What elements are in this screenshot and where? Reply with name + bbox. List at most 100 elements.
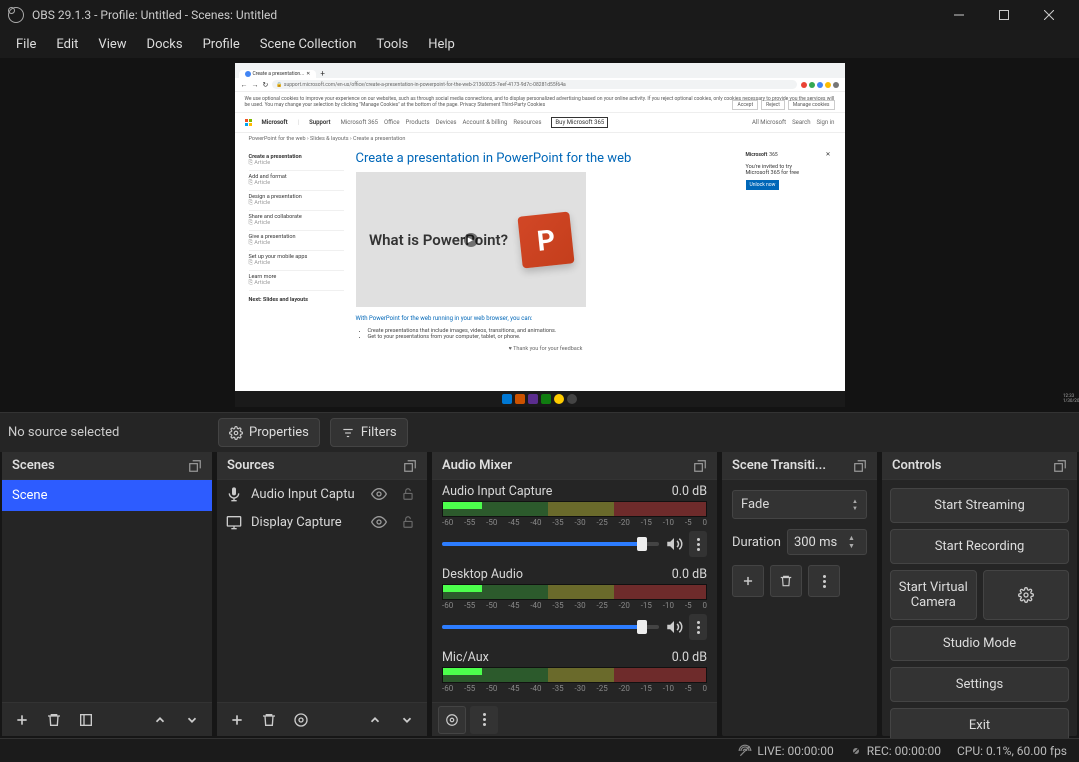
obs-logo-icon xyxy=(8,7,24,23)
popout-icon[interactable] xyxy=(853,459,867,473)
mixer-track: Desktop Audio0.0 dB-60-55-50-45-40-35-30… xyxy=(432,563,717,646)
menu-edit[interactable]: Edit xyxy=(46,33,88,56)
scenes-title: Scenes xyxy=(12,458,55,473)
remove-scene-button[interactable] xyxy=(40,706,68,734)
no-source-status: No source selected xyxy=(8,425,208,440)
transition-select[interactable]: Fade ▲▼ xyxy=(732,490,867,519)
studio-mode-button[interactable]: Studio Mode xyxy=(890,626,1069,661)
transitions-title: Scene Transiti... xyxy=(732,458,826,473)
maximize-button[interactable] xyxy=(981,0,1026,30)
audio-mixer-panel: Audio Mixer Audio Input Capture0.0 dB-60… xyxy=(432,452,717,736)
speaker-icon[interactable] xyxy=(665,535,683,553)
close-button[interactable] xyxy=(1026,0,1071,30)
source-item[interactable]: Audio Input Captu xyxy=(217,480,427,508)
popout-icon[interactable] xyxy=(403,459,417,473)
scene-down-button[interactable] xyxy=(178,706,206,734)
start-virtual-camera-button[interactable]: Start Virtual Camera xyxy=(890,570,977,620)
volume-slider[interactable] xyxy=(442,625,659,629)
menu-scene-collection[interactable]: Scene Collection xyxy=(250,33,367,56)
duration-input[interactable]: ▲▼ xyxy=(787,529,867,555)
menu-tools[interactable]: Tools xyxy=(366,33,418,56)
cookie-banner: We use optional cookies to improve your … xyxy=(235,92,845,113)
mixer-title: Audio Mixer xyxy=(442,458,512,473)
visibility-toggle[interactable] xyxy=(371,486,389,502)
lock-toggle[interactable] xyxy=(401,515,419,529)
live-status: LIVE: 00:00:00 xyxy=(738,744,833,758)
track-db: 0.0 dB xyxy=(672,567,707,582)
cpu-status: CPU: 0.1%, 60.00 fps xyxy=(957,744,1067,758)
track-name: Mic/Aux xyxy=(442,650,489,665)
browser-tab: Create a presentation... xyxy=(253,71,305,77)
source-label: Audio Input Captu xyxy=(251,487,355,502)
scene-item[interactable]: Scene xyxy=(2,480,212,511)
menu-view[interactable]: View xyxy=(88,33,136,56)
display-icon xyxy=(225,514,243,530)
taskbar: 12:331/30/2025 xyxy=(235,391,845,407)
window-title: OBS 29.1.3 - Profile: Untitled - Scenes:… xyxy=(32,8,936,22)
filters-button[interactable]: Filters xyxy=(330,418,408,447)
lock-toggle[interactable] xyxy=(401,487,419,501)
video-thumbnail: What is PowerPoint? P ▶ xyxy=(356,172,586,307)
properties-button[interactable]: Properties xyxy=(218,418,320,447)
source-toolbar: No source selected Properties Filters xyxy=(0,412,1079,452)
start-streaming-button[interactable]: Start Streaming xyxy=(890,488,1069,523)
ms-nav: Microsoft| Support Microsoft 365OfficePr… xyxy=(235,113,845,133)
remove-source-button[interactable] xyxy=(255,706,283,734)
add-source-button[interactable] xyxy=(223,706,251,734)
track-name: Desktop Audio xyxy=(442,567,523,582)
source-up-button[interactable] xyxy=(361,706,389,734)
sources-title: Sources xyxy=(227,458,275,473)
virtual-camera-settings-button[interactable] xyxy=(983,570,1070,620)
scenes-panel: Scenes Scene xyxy=(2,452,212,736)
article-lead: With PowerPoint for the web running in y… xyxy=(356,315,736,322)
track-db: 0.0 dB xyxy=(672,484,707,499)
source-properties-button[interactable] xyxy=(287,706,315,734)
article-bullets: Create presentations that include images… xyxy=(356,328,736,340)
rec-status: REC: 00:00:00 xyxy=(850,744,941,758)
popout-icon[interactable] xyxy=(693,459,707,473)
track-db: 0.0 dB xyxy=(672,650,707,665)
sources-panel: Sources Audio Input Captu Display Capture xyxy=(217,452,427,736)
menu-help[interactable]: Help xyxy=(418,33,465,56)
scene-up-button[interactable] xyxy=(146,706,174,734)
menu-file[interactable]: File xyxy=(6,33,46,56)
menu-docks[interactable]: Docks xyxy=(137,33,193,56)
article-title: Create a presentation in PowerPoint for … xyxy=(356,151,736,166)
popout-icon[interactable] xyxy=(188,459,202,473)
audio-meter xyxy=(442,584,707,600)
breadcrumb: PowerPoint for the web › Slides & layout… xyxy=(235,133,845,145)
add-transition-button[interactable] xyxy=(732,565,764,597)
titlebar: OBS 29.1.3 - Profile: Untitled - Scenes:… xyxy=(0,0,1079,30)
duration-label: Duration xyxy=(732,535,781,550)
popout-icon[interactable] xyxy=(1053,459,1067,473)
remove-transition-button[interactable] xyxy=(770,565,802,597)
mixer-menu-button[interactable] xyxy=(470,706,498,734)
preview-area[interactable]: Create a presentation... ✕ + ←→↻ 🔒 suppo… xyxy=(0,58,1079,412)
menu-profile[interactable]: Profile xyxy=(193,33,250,56)
start-recording-button[interactable]: Start Recording xyxy=(890,529,1069,564)
article-aside: Microsoft365✕ You're invited to try Micr… xyxy=(746,151,831,385)
scene-filters-button[interactable] xyxy=(72,706,100,734)
audio-meter xyxy=(442,501,707,517)
mixer-track: Audio Input Capture0.0 dB-60-55-50-45-40… xyxy=(432,480,717,563)
track-menu-button[interactable] xyxy=(689,531,707,557)
mixer-track: Mic/Aux0.0 dB-60-55-50-45-40-35-30-25-20… xyxy=(432,646,717,693)
audio-meter xyxy=(442,667,707,683)
mixer-settings-button[interactable] xyxy=(438,706,466,734)
settings-button[interactable]: Settings xyxy=(890,667,1069,702)
add-scene-button[interactable] xyxy=(8,706,36,734)
track-name: Audio Input Capture xyxy=(442,484,552,499)
speaker-icon[interactable] xyxy=(665,618,683,636)
source-label: Display Capture xyxy=(251,515,342,530)
article-sidebar: Create a presentation⎘ ArticleAdd and fo… xyxy=(249,151,344,385)
track-menu-button[interactable] xyxy=(689,614,707,640)
visibility-toggle[interactable] xyxy=(371,514,389,530)
source-item[interactable]: Display Capture xyxy=(217,508,427,536)
preview-content: Create a presentation... ✕ + ←→↻ 🔒 suppo… xyxy=(235,63,845,407)
transition-menu-button[interactable] xyxy=(808,565,840,597)
minimize-button[interactable] xyxy=(936,0,981,30)
source-down-button[interactable] xyxy=(393,706,421,734)
statusbar: LIVE: 00:00:00 REC: 00:00:00 CPU: 0.1%, … xyxy=(0,738,1079,762)
controls-title: Controls xyxy=(892,458,941,473)
volume-slider[interactable] xyxy=(442,542,659,546)
